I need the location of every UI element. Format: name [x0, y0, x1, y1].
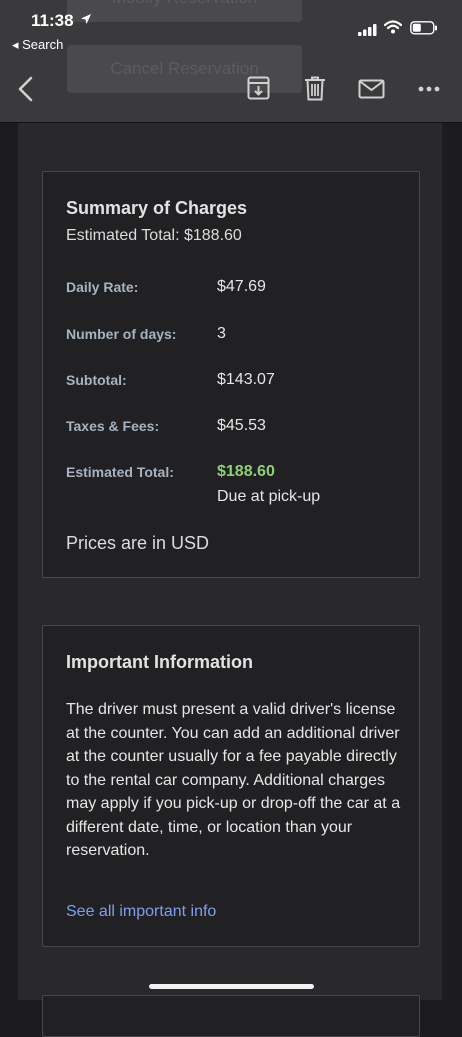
status-time: 11:38	[31, 11, 74, 30]
home-indicator[interactable]	[149, 984, 314, 989]
number-of-days-value: 3	[217, 325, 226, 342]
cellular-signal-icon	[358, 24, 377, 36]
estimated-total-value: $188.60	[217, 463, 275, 480]
modify-reservation-button: Modify Reservation	[67, 0, 302, 22]
back-to-search[interactable]: ◂ Search	[12, 37, 63, 53]
more-icon[interactable]	[418, 85, 440, 93]
wifi-icon	[384, 20, 402, 34]
due-at-pickup-note: Due at pick-up	[217, 488, 321, 505]
estimated-total-label: Estimated Total:	[66, 464, 174, 480]
trash-icon[interactable]	[304, 76, 326, 101]
battery-icon	[410, 21, 437, 35]
important-title: Important Information	[66, 652, 253, 672]
top-bar: Modify Reservation Cancel Reservation 11…	[0, 0, 462, 122]
email-content[interactable]: Summary of Charges Estimated Total: $188…	[18, 123, 442, 1037]
archive-icon[interactable]	[247, 76, 270, 100]
back-chevron-icon[interactable]	[16, 76, 36, 102]
back-app-label: Search	[22, 37, 64, 52]
currency-note: Prices are in USD	[66, 533, 210, 553]
subtotal-label: Subtotal:	[66, 372, 127, 388]
daily-rate-label: Daily Rate:	[66, 279, 139, 295]
mail-icon[interactable]	[358, 79, 385, 99]
important-information-card: Important Information The driver must pr…	[42, 625, 420, 947]
location-arrow-icon	[81, 14, 91, 24]
estimated-total-line: Estimated Total: $188.60	[66, 227, 242, 244]
number-of-days-label: Number of days:	[66, 326, 177, 342]
summary-of-charges-card: Summary of Charges Estimated Total: $188…	[42, 171, 420, 578]
see-all-important-info-link[interactable]: See all important info	[66, 903, 216, 921]
important-body: The driver must present a valid driver's…	[66, 701, 401, 859]
next-card	[42, 995, 420, 1037]
taxes-fees-label: Taxes & Fees:	[66, 418, 160, 434]
daily-rate-value: $47.69	[217, 278, 266, 295]
taxes-fees-value: $45.53	[217, 417, 266, 434]
summary-title: Summary of Charges	[66, 198, 248, 218]
subtotal-value: $143.07	[217, 371, 275, 388]
